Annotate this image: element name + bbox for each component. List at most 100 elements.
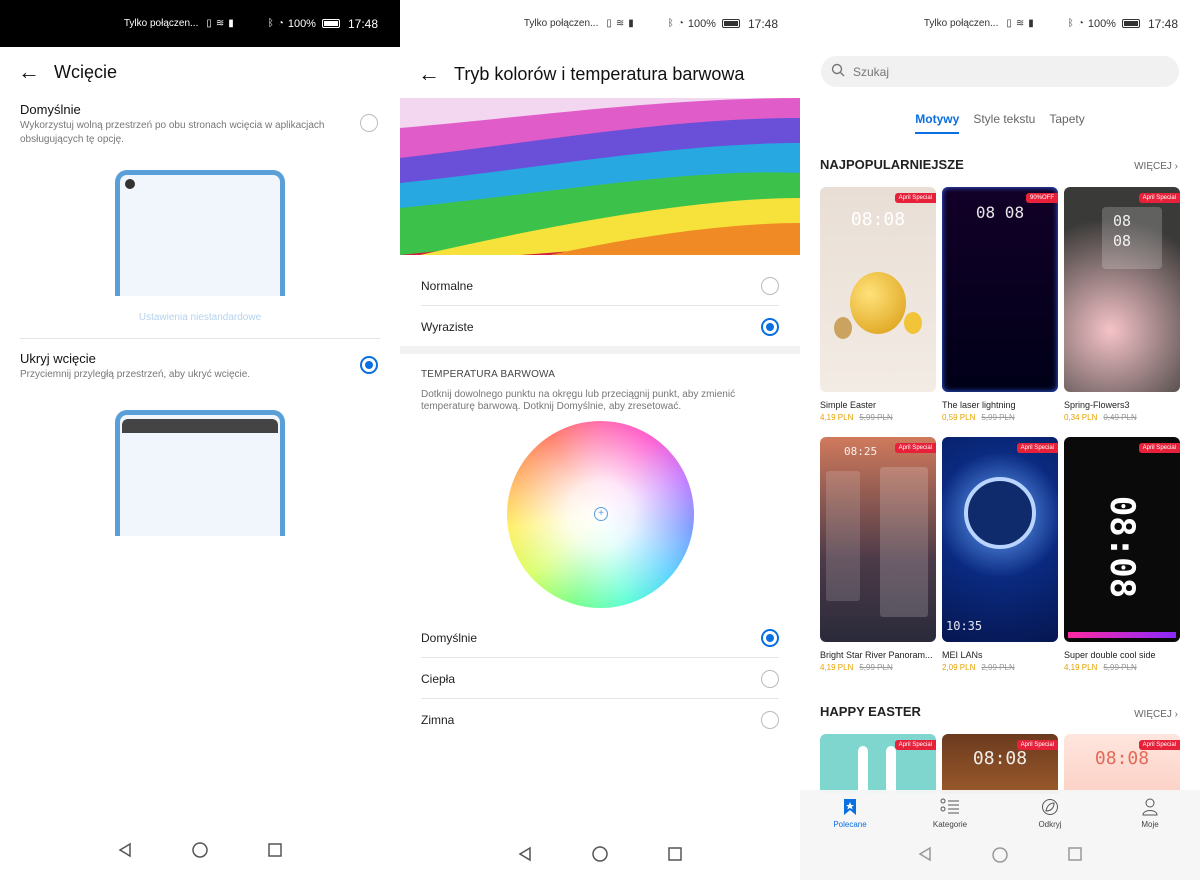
theme-card[interactable]: 08:08 April Special (1064, 437, 1180, 642)
option-default-title: Domyślnie (20, 102, 81, 117)
temp-cold-radio[interactable] (761, 711, 779, 729)
option-hide-title: Ukryj wcięcie (20, 351, 96, 366)
nav-home-icon[interactable] (991, 846, 1009, 876)
app-bar: ← Wcięcie (0, 52, 400, 92)
option-default-radio[interactable] (360, 114, 378, 132)
nav-tab-mine[interactable]: Moje (1110, 798, 1190, 829)
theme-price: 4,19 PLN 5,99 PLN (820, 413, 893, 422)
promo-badge: April Special (894, 740, 936, 750)
status-bar: Tylko połączen... ▯ ≋ ▮ ᛒ ◔ 100% 17:48 (400, 0, 800, 47)
tab-wallpapers[interactable]: Tapety (1049, 112, 1084, 134)
theme-price: 4,19 PLN 5,99 PLN (820, 663, 893, 672)
option-hide-radio[interactable] (360, 356, 378, 374)
sim-icon: ▯ (1006, 17, 1012, 29)
temperature-header: TEMPERATURA BARWOWA (421, 369, 556, 380)
mode-normal-radio[interactable] (761, 277, 779, 295)
nav-tab-discover[interactable]: Odkryj (1010, 798, 1090, 829)
nav-recents-icon[interactable] (667, 846, 683, 867)
theme-card[interactable]: 08:08 April Special (1064, 734, 1180, 794)
wifi-icon: ≋ (615, 17, 625, 29)
promo-badge: April Special (894, 443, 936, 453)
temp-default-radio[interactable] (761, 629, 779, 647)
theme-clock-preview: 08:08 (1094, 748, 1150, 769)
analog-clock-icon (964, 477, 1036, 549)
bunny-ear-icon (858, 746, 868, 794)
promo-badge: April Special (1138, 740, 1180, 750)
promo-badge: April Special (1016, 443, 1058, 453)
wifi-icon: ≋ (1015, 17, 1025, 29)
notch-settings-screen: Tylko połączen... ▯ ≋ ▮ ᛒ ◔ 100% 17:48 ←… (0, 0, 400, 880)
search-input[interactable]: Szukaj (853, 65, 889, 79)
promo-badge: April Special (1016, 740, 1058, 750)
temp-default-label: Domyślnie (421, 631, 478, 645)
nav-home-icon[interactable] (591, 845, 609, 868)
nav-back-icon[interactable] (517, 846, 533, 867)
promo-badge: April Special (1138, 443, 1180, 453)
notification-icon: ▮ (1028, 17, 1034, 29)
theme-price: 0,34 PLN 0,49 PLN (1064, 413, 1137, 422)
theme-card[interactable]: 10:35 April Special (942, 437, 1058, 642)
theme-card[interactable]: 08 08 90%OFF (942, 187, 1058, 392)
tab-text-styles[interactable]: Style tekstu (973, 112, 1035, 134)
theme-card[interactable]: 08:25 April Special (820, 437, 936, 642)
back-arrow-icon[interactable]: ← (18, 59, 54, 85)
app-bar: ← Tryb kolorów i temperatura barwowa (400, 54, 800, 94)
theme-card[interactable]: 08 08 April Special (1064, 187, 1180, 392)
promo-badge: 90%OFF (1025, 193, 1058, 203)
temp-warm-radio[interactable] (761, 670, 779, 688)
battery-icon (1121, 19, 1140, 28)
tab-themes[interactable]: Motywy (915, 112, 960, 134)
theme-price: 4,19 PLN 5,99 PLN (1064, 663, 1137, 672)
nav-back-icon[interactable] (117, 842, 133, 863)
wheel-handle-icon[interactable]: + (594, 507, 608, 521)
page-title: Wcięcie (54, 61, 118, 82)
status-bar: Tylko połączen... ▯ ≋ ▮ ᛒ ◔ 100% 17:48 (800, 0, 1200, 47)
neon-strip (1068, 632, 1176, 638)
theme-name: Simple Easter (820, 400, 877, 410)
theme-card[interactable]: April Special (820, 734, 936, 794)
widget-panel (826, 471, 860, 601)
promo-badge: April Special (1138, 193, 1180, 203)
temp-warm-label: Ciepła (421, 672, 456, 686)
search-icon (831, 63, 845, 80)
nav-recents-icon[interactable] (267, 842, 283, 863)
theme-name: Bright Star River Panoram... (820, 650, 933, 660)
nav-tab-featured[interactable]: Polecane (810, 798, 890, 829)
themes-store-screen: Tylko połączen... ▯ ≋ ▮ ᛒ ◔ 100% 17:48 S… (800, 0, 1200, 880)
nav-recents-icon[interactable] (1067, 846, 1083, 876)
star-bookmark-icon (810, 798, 890, 820)
sim-icon: ▯ (206, 17, 212, 29)
divider (421, 305, 779, 306)
bluetooth-icon: ᛒ (1067, 17, 1074, 29)
wifi-icon: ≋ (215, 17, 225, 29)
nav-tab-categories[interactable]: Kategorie (910, 798, 990, 829)
page-title: Tryb kolorów i temperatura barwowa (454, 63, 745, 84)
theme-card[interactable]: 08:08 April Special (820, 187, 936, 392)
nav-home-icon[interactable] (191, 841, 209, 864)
more-link-popular[interactable]: WIĘCEJ › (1134, 161, 1178, 172)
custom-settings-link[interactable]: Ustawienia niestandardowe (0, 312, 400, 323)
bluetooth-icon: ᛒ (667, 17, 674, 29)
clock: 17:48 (347, 16, 378, 31)
bluetooth-icon: ᛒ (267, 17, 274, 29)
theme-name: The laser lightning (942, 400, 1016, 410)
easter-egg-icon (850, 272, 906, 334)
theme-card[interactable]: 08:08 April Special (942, 734, 1058, 794)
theme-price: 2,09 PLN 2,99 PLN (942, 663, 1015, 672)
mode-vivid-radio[interactable] (761, 318, 779, 336)
divider (421, 657, 779, 658)
system-nav-bar (800, 846, 1200, 876)
search-bar[interactable]: Szukaj (821, 56, 1179, 87)
carrier-label: Tylko połączen... (923, 18, 999, 29)
egg-icon (834, 317, 852, 339)
divider (421, 698, 779, 699)
back-arrow-icon[interactable]: ← (418, 61, 454, 87)
option-hide-desc: Przyciemnij przyległą przestrzeń, aby uk… (20, 369, 251, 380)
list-icon (910, 798, 990, 820)
battery-icon (321, 19, 340, 28)
dark-notch-band (122, 419, 278, 433)
clock: 17:48 (1147, 16, 1178, 31)
section-title-popular: NAJPOPULARNIEJSZE (820, 157, 964, 172)
more-link-easter[interactable]: WIĘCEJ › (1134, 709, 1178, 720)
nav-back-icon[interactable] (917, 846, 933, 876)
